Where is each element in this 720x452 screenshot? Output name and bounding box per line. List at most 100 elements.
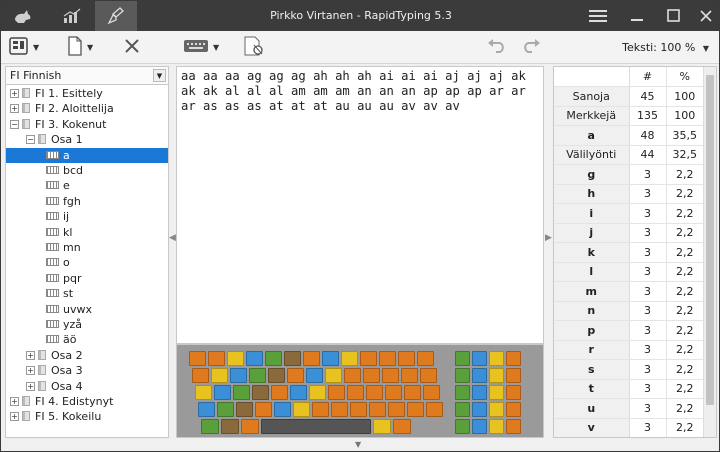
menu-icon[interactable] [577, 1, 619, 31]
stat-count: 45 [629, 86, 667, 107]
keyboard-key [388, 402, 405, 417]
expand-icon[interactable]: + [10, 104, 19, 114]
tree-item-label: Osa 4 [51, 379, 83, 393]
book-icon [38, 134, 46, 145]
tree-item[interactable]: kl [6, 225, 168, 240]
undo-button[interactable] [487, 35, 507, 59]
delete-button[interactable] [125, 35, 139, 59]
keyboard-key [290, 385, 307, 400]
language-select[interactable]: FI Finnish ▼ [6, 67, 168, 85]
stat-count: 3 [629, 164, 667, 185]
keyboard-key [489, 419, 504, 434]
title-bar: Pirkko Virtanen - RapidTyping 5.3 [1, 1, 719, 31]
stat-label: r [554, 340, 630, 360]
tree-item[interactable]: a [6, 147, 168, 163]
table-row: v 3 2,2 [554, 418, 703, 437]
keyboard-key [407, 402, 424, 417]
book-icon [38, 349, 46, 360]
settings-button[interactable] [243, 35, 265, 59]
statistics-table: # % Sanoja 45 100 Merkkejä 135 100 a 48 35,5 Väli… [554, 67, 703, 437]
keyboard-button[interactable]: ▼ [183, 35, 219, 59]
tree-item[interactable]: e [6, 178, 168, 193]
undo-icon [487, 38, 507, 56]
stat-label: Merkkejä [554, 106, 630, 126]
tree-item[interactable]: yzå [6, 317, 168, 332]
new-lesson-button[interactable]: ▼ [67, 35, 93, 59]
window-title: Pirkko Virtanen - RapidTyping 5.3 [270, 9, 452, 22]
book-icon [22, 396, 30, 406]
stat-pct: 32,5 [666, 145, 703, 165]
scrollbar-thumb[interactable] [706, 75, 714, 405]
table-row: Sanoja 45 100 [554, 86, 703, 107]
keyboard-key [306, 368, 323, 383]
stat-pct: 2,2 [666, 359, 703, 380]
stat-label: v [554, 418, 630, 437]
chevron-down-icon: ▼ [87, 42, 94, 52]
rabbit-icon[interactable] [1, 1, 43, 31]
chart-icon[interactable] [51, 1, 93, 31]
expand-icon[interactable]: + [10, 397, 19, 406]
tree-item[interactable]: − Osa 1 [26, 132, 83, 147]
broom-icon[interactable] [95, 1, 137, 31]
stat-count: 3 [629, 281, 667, 302]
book-icon [22, 103, 30, 114]
tree-item[interactable]: pqr [6, 271, 168, 286]
collapse-bottom-arrow[interactable]: ▼ [355, 440, 361, 449]
stats-scrollbar[interactable] [703, 67, 716, 437]
tree-item[interactable]: o [6, 255, 168, 270]
collapse-left-arrow[interactable]: ◀ [169, 233, 176, 243]
tree-item[interactable]: + FI 4. Edistynyt [10, 394, 113, 409]
table-row: u 3 2,2 [554, 398, 703, 419]
stat-count: 3 [629, 203, 667, 224]
tree-item[interactable]: − FI 3. Kokenut [10, 117, 106, 132]
keyboard-key [455, 419, 470, 434]
tree-item[interactable]: + Osa 3 [26, 363, 83, 378]
keyboard-key [455, 402, 470, 417]
table-row: r 3 2,2 [554, 340, 703, 360]
statistics-panel: # % Sanoja 45 100 Merkkejä 135 100 a 48 35,5 Väli… [553, 66, 717, 438]
stat-count: 3 [629, 184, 667, 204]
language-value: FI Finnish [10, 69, 62, 82]
text-size-select[interactable]: Teksti: 100 % ▼ [622, 41, 709, 54]
tree-item[interactable]: + FI 1. Esittely [10, 86, 103, 101]
tree-item[interactable]: äö [6, 332, 168, 347]
lesson-icon [46, 212, 59, 221]
close-icon[interactable] [685, 1, 720, 31]
tree-item[interactable]: + FI 5. Kokeilu [10, 409, 101, 424]
stat-label: m [554, 281, 630, 302]
collapse-icon[interactable]: − [10, 119, 19, 129]
expand-icon[interactable]: + [10, 412, 19, 422]
expand-icon[interactable]: + [26, 366, 35, 376]
collapse-icon[interactable]: − [26, 135, 35, 145]
tree-item-label: yzå [63, 318, 83, 331]
tree-item[interactable]: st [6, 286, 168, 301]
keyboard-key [385, 385, 402, 400]
expand-icon[interactable]: + [26, 381, 35, 391]
expand-icon[interactable]: + [10, 89, 19, 98]
stat-label: Sanoja [554, 86, 630, 107]
tree-item[interactable]: uvwx [6, 302, 168, 317]
header-count: # [629, 67, 667, 87]
keyboard-key [271, 385, 288, 400]
chevron-down-icon[interactable]: ▼ [153, 69, 166, 82]
tree-item[interactable]: fgh [6, 194, 168, 209]
tree-item[interactable]: + Osa 2 [26, 348, 83, 363]
course-button[interactable]: ▼ [9, 35, 39, 59]
tree-item[interactable]: ij [6, 209, 168, 224]
chevron-down-icon: ▼ [702, 44, 709, 53]
keyboard-key [472, 402, 487, 417]
redo-button[interactable] [521, 35, 541, 59]
keyboard-key [472, 368, 487, 383]
tree-item[interactable]: + Osa 4 [26, 379, 83, 394]
lesson-text-area[interactable]: aa aa aa ag ag ag ah ah ah ai ai ai aj a… [176, 66, 544, 344]
table-row: i 3 2,2 [554, 203, 703, 224]
keyboard-key [241, 419, 259, 434]
expand-icon[interactable]: + [26, 350, 35, 360]
collapse-right-arrow[interactable]: ▶ [545, 233, 552, 243]
tree-item-label: Osa 1 [51, 133, 83, 147]
tree-item[interactable]: mn [6, 240, 168, 255]
tree-item[interactable]: bcd [6, 163, 168, 178]
keyboard-key [287, 368, 304, 383]
lesson-icon [46, 289, 59, 298]
tree-item[interactable]: + FI 2. Aloittelija [10, 101, 114, 116]
